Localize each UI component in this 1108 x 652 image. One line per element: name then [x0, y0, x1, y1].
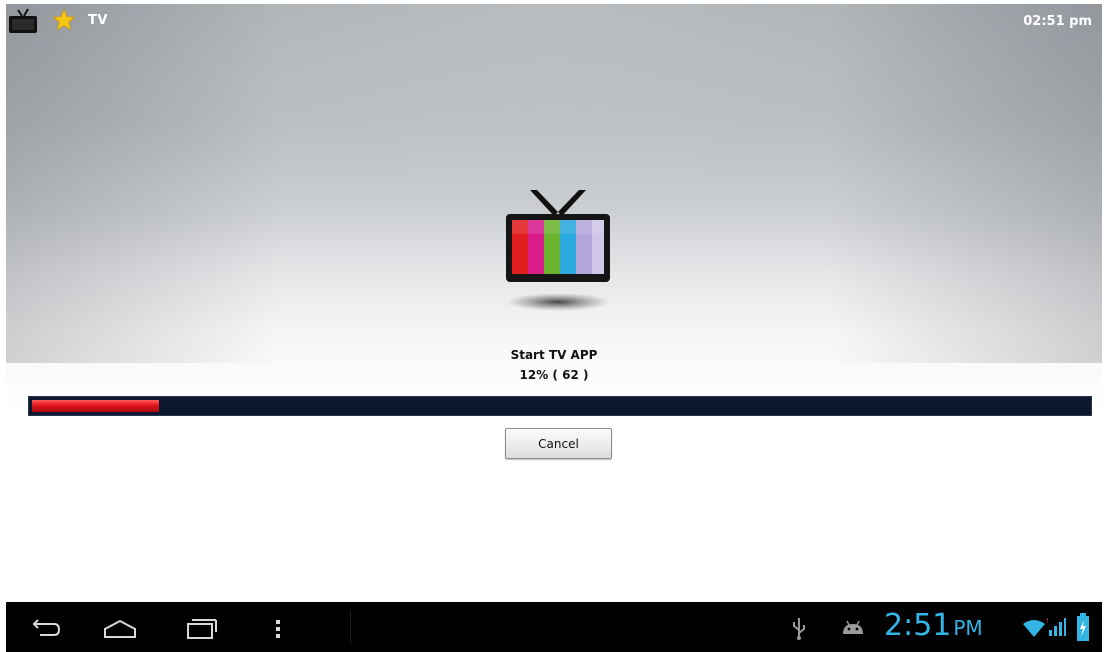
tv-color-bars-icon [506, 190, 610, 311]
back-icon[interactable] [26, 614, 62, 642]
system-navigation-bar: 2:51 PM ! [6, 602, 1102, 652]
progress-bar [28, 396, 1092, 416]
status-clock: 2:51 PM [884, 608, 983, 646]
app-screen: TV 02:51 pm Start TV APP 12% ( 62 ) Canc… [6, 4, 1102, 602]
home-icon[interactable] [102, 614, 138, 642]
topbar-clock: 02:51 pm [1023, 14, 1092, 29]
tv-icon [9, 8, 37, 33]
recent-apps-icon[interactable] [182, 614, 218, 642]
menu-icon[interactable] [260, 614, 296, 642]
status-clock-time: 2:51 [884, 608, 952, 643]
signal-icon: ! [1046, 617, 1066, 636]
android-debug-icon [843, 620, 863, 634]
battery-charging-icon [1077, 613, 1089, 641]
app-title: TV [88, 13, 108, 28]
status-clock-ampm: PM [953, 616, 983, 640]
wifi-icon [1023, 620, 1045, 637]
cancel-button[interactable]: Cancel [505, 428, 612, 459]
loading-title: Start TV APP [510, 348, 598, 362]
usb-icon [793, 618, 805, 640]
progress-bar-fill [32, 400, 159, 412]
loading-percent: 12% ( 62 ) [519, 368, 589, 382]
star-icon[interactable] [52, 8, 76, 32]
nav-divider [350, 610, 351, 644]
svg-text:!: ! [1046, 617, 1049, 625]
